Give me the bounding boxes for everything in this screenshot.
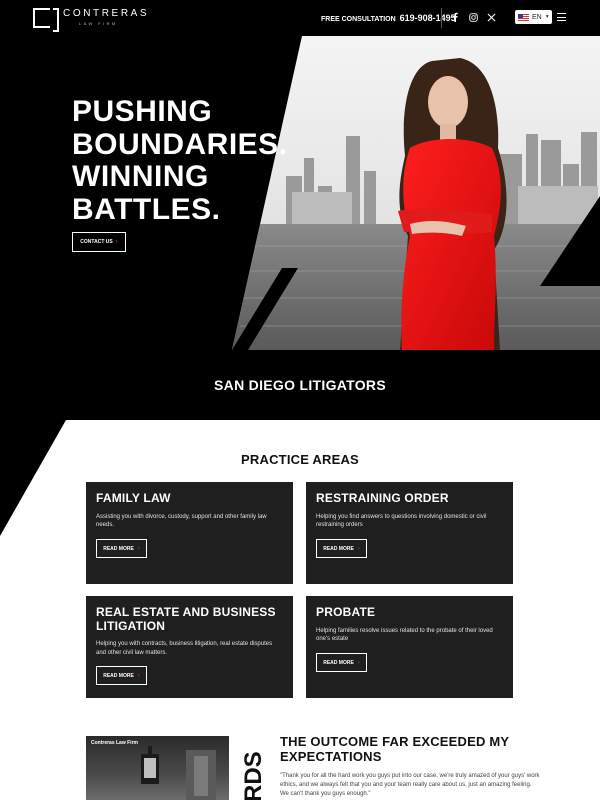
chevron-right-icon: › xyxy=(357,545,360,552)
practice-card-real-estate-business: REAL ESTATE AND BUSINESS LITIGATION Help… xyxy=(86,596,293,698)
phone-number[interactable]: 619-908-1495 xyxy=(400,13,456,23)
instagram-icon[interactable] xyxy=(467,11,479,23)
lantern-icon xyxy=(141,746,216,800)
card-title: FAMILY LAW xyxy=(96,491,171,505)
language-selector[interactable]: EN ▼ xyxy=(515,10,552,24)
chevron-right-icon: › xyxy=(357,659,360,666)
card-description: Helping families resolve issues related … xyxy=(316,627,493,643)
chevron-right-icon: › xyxy=(137,545,140,552)
card-description: Helping you find answers to questions in… xyxy=(316,513,487,529)
hamburger-menu-icon[interactable] xyxy=(557,13,566,21)
practice-card-probate: PROBATE Helping families resolve issues … xyxy=(306,596,513,698)
card-description: Helping you with contracts, business lit… xyxy=(96,641,273,656)
logo[interactable]: CONTRERAS LAW FIRM xyxy=(33,8,150,32)
chevron-right-icon: › xyxy=(137,672,140,679)
chevron-right-icon: › xyxy=(115,239,118,245)
x-icon[interactable] xyxy=(485,11,497,23)
read-more-label: READ MORE xyxy=(103,545,134,552)
read-more-label: READ MORE xyxy=(323,545,354,552)
vertical-heading: RDS xyxy=(240,740,270,800)
testimonial-quote: "Thank you for all the hard work you guy… xyxy=(280,773,540,797)
us-flag-icon xyxy=(518,13,529,21)
read-more-button[interactable]: READ MORE › xyxy=(316,653,367,672)
logo-subtitle: LAW FIRM xyxy=(79,21,118,26)
logo-mark-icon xyxy=(33,8,59,32)
tagline: SAN DIEGO LITIGATORS xyxy=(214,377,386,393)
vertical-heading-text: RDS xyxy=(240,751,267,800)
read-more-button[interactable]: READ MORE › xyxy=(96,539,147,558)
contact-us-label: CONTACT US xyxy=(80,239,113,245)
practice-card-family-law: FAMILY LAW Assisting you with divorce, c… xyxy=(86,482,293,584)
hero-title-line: BATTLES. xyxy=(72,192,221,226)
header-divider xyxy=(441,8,442,28)
testimonial-title: THE OUTCOME FAR EXCEEDED MY EXPECTATIONS xyxy=(280,734,510,764)
hero-title-line: PUSHING xyxy=(72,95,213,128)
practice-areas-heading: PRACTICE AREAS xyxy=(241,452,359,467)
hero-title-line: WINNING xyxy=(72,160,209,193)
logo-name: CONTRERAS xyxy=(63,8,150,19)
facebook-icon[interactable] xyxy=(449,11,461,23)
card-description: Assisting you with divorce, custody, sup… xyxy=(96,513,267,529)
card-title: REAL ESTATE AND BUSINESS LITIGATION xyxy=(96,605,276,633)
hero-section: PUSHING BOUNDARIES. WINNING BATTLES. CON… xyxy=(0,36,600,420)
testimonial-image: Contreras Law Firm xyxy=(86,736,229,800)
read-more-button[interactable]: READ MORE › xyxy=(316,539,367,558)
consultation-label: FREE CONSULTATION xyxy=(321,16,396,23)
card-title: RESTRAINING ORDER xyxy=(316,491,449,505)
language-code: EN xyxy=(532,13,542,21)
read-more-button[interactable]: READ MORE › xyxy=(96,666,147,685)
contact-us-button[interactable]: CONTACT US › xyxy=(72,232,126,252)
practice-card-restraining-order: RESTRAINING ORDER Helping you find answe… xyxy=(306,482,513,584)
card-title: PROBATE xyxy=(316,605,376,619)
free-consultation[interactable]: FREE CONSULTATION 619-908-1495 xyxy=(321,13,456,23)
chevron-down-icon: ▼ xyxy=(544,14,550,20)
read-more-label: READ MORE xyxy=(103,672,134,679)
site-header: CONTRERAS LAW FIRM FREE CONSULTATION 619… xyxy=(0,0,600,36)
read-more-label: READ MORE xyxy=(323,659,354,666)
hero-title: PUSHING BOUNDARIES. WINNING BATTLES. xyxy=(72,95,288,226)
hero-title-line: BOUNDARIES. xyxy=(72,127,288,161)
